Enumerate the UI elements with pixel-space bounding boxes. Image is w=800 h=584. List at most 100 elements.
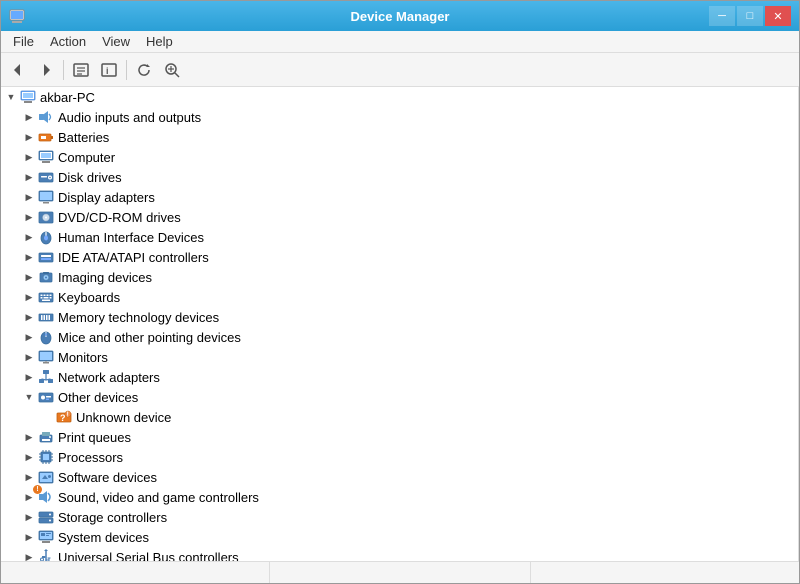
refresh-button[interactable] bbox=[131, 57, 157, 83]
unknown-device-icon: ? ! bbox=[56, 409, 72, 425]
processors-toggle[interactable]: ▶ bbox=[21, 449, 37, 465]
unknown-label: Unknown device bbox=[76, 410, 171, 425]
tree-monitors[interactable]: ▶ Monitors bbox=[1, 347, 798, 367]
imaging-label: Imaging devices bbox=[58, 270, 152, 285]
back-button[interactable] bbox=[5, 57, 31, 83]
tree-software[interactable]: ▶ Software devices bbox=[1, 467, 798, 487]
tree-network[interactable]: ▶ Network adapters bbox=[1, 367, 798, 387]
processor-icon bbox=[37, 449, 55, 465]
software-label: Software devices bbox=[58, 470, 157, 485]
batteries-label: Batteries bbox=[58, 130, 109, 145]
tree-sound[interactable]: ▶ ! Sound, video and game controllers bbox=[1, 487, 798, 507]
keyboards-toggle[interactable]: ▶ bbox=[21, 289, 37, 305]
svg-text:!: ! bbox=[67, 412, 69, 419]
menu-file[interactable]: File bbox=[5, 32, 42, 51]
menu-action[interactable]: Action bbox=[42, 32, 94, 51]
computer-toggle[interactable]: ▶ bbox=[21, 149, 37, 165]
dvd-label: DVD/CD-ROM drives bbox=[58, 210, 181, 225]
system-label: System devices bbox=[58, 530, 149, 545]
forward-button[interactable] bbox=[33, 57, 59, 83]
tree-display[interactable]: ▶ Display adapters bbox=[1, 187, 798, 207]
tree-hid[interactable]: ▶ Human Interface Devices bbox=[1, 227, 798, 247]
dvd-device-icon bbox=[38, 209, 54, 225]
properties-button[interactable] bbox=[68, 57, 94, 83]
tree-processors[interactable]: ▶ bbox=[1, 447, 798, 467]
tree-imaging[interactable]: ▶ Imaging devices bbox=[1, 267, 798, 287]
tree-computer[interactable]: ▶ Computer bbox=[1, 147, 798, 167]
storage-label: Storage controllers bbox=[58, 510, 167, 525]
root-toggle[interactable]: ▼ bbox=[3, 89, 19, 105]
tree-system[interactable]: ▶ System devices bbox=[1, 527, 798, 547]
monitors-toggle[interactable]: ▶ bbox=[21, 349, 37, 365]
keyboards-label: Keyboards bbox=[58, 290, 120, 305]
tree-usb[interactable]: ▶ Universal Serial Bus controllers bbox=[1, 547, 798, 561]
tree-disk[interactable]: ▶ Disk drives bbox=[1, 167, 798, 187]
tree-ide[interactable]: ▶ IDE ATA/ATAPI controllers bbox=[1, 247, 798, 267]
memory-toggle[interactable]: ▶ bbox=[21, 309, 37, 325]
warning-badge: ! bbox=[33, 485, 42, 494]
tree-audio[interactable]: ▶ Audio inputs and outputs bbox=[1, 107, 798, 127]
print-label: Print queues bbox=[58, 430, 131, 445]
tree-root[interactable]: ▼ akbar-PC bbox=[1, 87, 798, 107]
print-toggle[interactable]: ▶ bbox=[21, 429, 37, 445]
ide-icon bbox=[37, 249, 55, 265]
mice-label: Mice and other pointing devices bbox=[58, 330, 241, 345]
disk-toggle[interactable]: ▶ bbox=[21, 169, 37, 185]
title-bar-controls: ─ □ ✕ bbox=[709, 6, 791, 26]
tree-keyboards[interactable]: ▶ Keyboards bbox=[1, 287, 798, 307]
tree-other[interactable]: ▼ Other devices bbox=[1, 387, 798, 407]
system-toggle[interactable]: ▶ bbox=[21, 529, 37, 545]
root-icon bbox=[19, 89, 37, 105]
system-device-icon bbox=[38, 529, 54, 545]
mice-toggle[interactable]: ▶ bbox=[21, 329, 37, 345]
tree-mice[interactable]: ▶ Mice and other pointing devices bbox=[1, 327, 798, 347]
software-toggle[interactable]: ▶ bbox=[21, 469, 37, 485]
maximize-button[interactable]: □ bbox=[737, 6, 763, 26]
ide-device-icon bbox=[38, 249, 54, 265]
batteries-toggle[interactable]: ▶ bbox=[21, 129, 37, 145]
tree-storage[interactable]: ▶ Storage controllers bbox=[1, 507, 798, 527]
usb-icon bbox=[37, 549, 55, 561]
status-section-3 bbox=[531, 562, 791, 583]
minimize-button[interactable]: ─ bbox=[709, 6, 735, 26]
network-toggle[interactable]: ▶ bbox=[21, 369, 37, 385]
storage-toggle[interactable]: ▶ bbox=[21, 509, 37, 525]
sound-label: Sound, video and game controllers bbox=[58, 490, 259, 505]
sound-warn-icon: ! bbox=[37, 489, 55, 505]
audio-device-icon bbox=[38, 109, 54, 125]
hid-toggle[interactable]: ▶ bbox=[21, 229, 37, 245]
tree-batteries[interactable]: ▶ Batteries bbox=[1, 127, 798, 147]
mouse-icon bbox=[37, 329, 55, 345]
scan-changes-button[interactable] bbox=[159, 57, 185, 83]
audio-icon bbox=[37, 109, 55, 125]
print-device-icon bbox=[38, 429, 54, 445]
tree-unknown[interactable]: ▶ ? ! Unknown device bbox=[1, 407, 798, 427]
toolbar-sep-2 bbox=[126, 60, 127, 80]
close-button[interactable]: ✕ bbox=[765, 6, 791, 26]
help-about-button[interactable]: i bbox=[96, 57, 122, 83]
back-icon bbox=[10, 62, 26, 78]
display-toggle[interactable]: ▶ bbox=[21, 189, 37, 205]
storage-icon bbox=[37, 509, 55, 525]
title-bar: Device Manager ─ □ ✕ bbox=[1, 1, 799, 31]
ide-toggle[interactable]: ▶ bbox=[21, 249, 37, 265]
tree-dvd[interactable]: ▶ DVD/CD-ROM drives bbox=[1, 207, 798, 227]
menu-help[interactable]: Help bbox=[138, 32, 181, 51]
hid-label: Human Interface Devices bbox=[58, 230, 204, 245]
status-bar bbox=[1, 561, 799, 583]
device-tree[interactable]: ▼ akbar-PC ▶ bbox=[1, 87, 799, 561]
processors-label: Processors bbox=[58, 450, 123, 465]
menu-view[interactable]: View bbox=[94, 32, 138, 51]
display-icon bbox=[37, 189, 55, 205]
imaging-toggle[interactable]: ▶ bbox=[21, 269, 37, 285]
system-icon bbox=[37, 529, 55, 545]
other-toggle[interactable]: ▼ bbox=[21, 389, 37, 405]
tree-memory[interactable]: ▶ Memory technology devices bbox=[1, 307, 798, 327]
battery-device-icon bbox=[38, 129, 54, 145]
dvd-toggle[interactable]: ▶ bbox=[21, 209, 37, 225]
storage-device-icon bbox=[38, 509, 54, 525]
usb-toggle[interactable]: ▶ bbox=[21, 549, 37, 561]
audio-toggle[interactable]: ▶ bbox=[21, 109, 37, 125]
network-icon bbox=[37, 369, 55, 385]
tree-print[interactable]: ▶ Print queues bbox=[1, 427, 798, 447]
